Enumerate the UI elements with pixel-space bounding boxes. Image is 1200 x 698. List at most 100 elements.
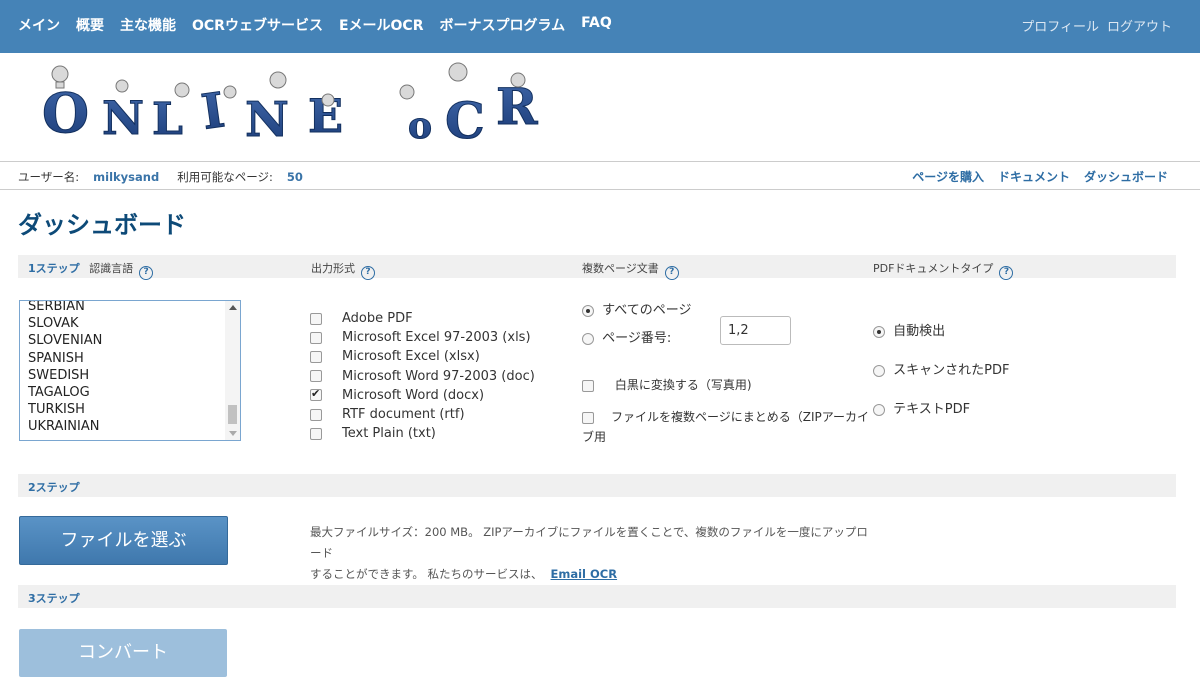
format-label: Microsoft Word (docx)	[342, 387, 485, 403]
zip-label-line1: ファイルを複数ページにまとめる（ZIPアーカイ	[611, 410, 870, 424]
format-option[interactable]: RTF document (rtf)	[310, 405, 535, 424]
page-numbers-label: ページ番号:	[602, 331, 672, 346]
dashboard-link[interactable]: ダッシュボード	[1084, 168, 1168, 185]
upload-note-line2: することができます。 私たちのサービスは、	[310, 567, 543, 581]
page-numbers-input[interactable]: 1,2	[720, 316, 791, 345]
language-option[interactable]: SWEDISH	[28, 367, 102, 384]
svg-text:C: C	[445, 91, 485, 150]
pdf-text-label: テキストPDF	[893, 402, 971, 417]
scroll-down-icon[interactable]	[229, 431, 237, 436]
language-select[interactable]: SERBIAN SLOVAK SLOVENIAN SPANISH SWEDISH…	[19, 300, 241, 441]
user-bar: ユーザー名: milkysand 利用可能なページ: 50 ページを購入 ドキュメント…	[0, 161, 1200, 190]
user-info: ユーザー名: milkysand 利用可能なページ: 50	[18, 169, 321, 185]
format-checkbox[interactable]	[310, 350, 322, 363]
logo-image: O N L I N E o C R	[42, 62, 539, 151]
output-help-icon[interactable]: ?	[361, 266, 375, 280]
all-pages-option[interactable]: すべてのページ	[582, 299, 691, 318]
logo[interactable]: O N L I N E o C R	[30, 62, 550, 152]
svg-text:o: o	[408, 105, 432, 147]
nav-overview[interactable]: 概要	[76, 15, 104, 35]
language-option[interactable]: SERBIAN	[28, 301, 102, 315]
convert-button[interactable]: コンバート	[19, 629, 227, 677]
format-option[interactable]: Microsoft Word (docx)	[310, 386, 535, 405]
username: milkysand	[93, 170, 160, 184]
email-ocr-link[interactable]: Email OCR	[551, 567, 618, 581]
nav-faq[interactable]: FAQ	[581, 15, 612, 35]
step3-header: 3ステップ	[18, 585, 1176, 608]
format-option[interactable]: Microsoft Word 97-2003 (doc)	[310, 367, 535, 386]
step1-header: 1ステップ 認識言語? 出力形式? 複数ページ文書? PDFドキュメントタイプ?	[18, 255, 1176, 280]
format-checkbox[interactable]	[310, 387, 322, 402]
language-option[interactable]: SLOVAK	[28, 315, 102, 332]
user-links: ページを購入 ドキュメント ダッシュボード	[898, 168, 1168, 185]
language-label: 認識言語	[89, 262, 134, 275]
language-help-icon[interactable]: ?	[139, 266, 154, 280]
pdftype-label: PDFドキュメントタイプ	[873, 262, 994, 275]
svg-text:L: L	[152, 94, 183, 145]
bw-option[interactable]: 白黒に変換する（写真用)	[582, 376, 752, 393]
top-nav: メイン 概要 主な機能 OCRウェブサービス EメールOCR ボーナスプログラム…	[0, 0, 1200, 53]
format-checkbox[interactable]	[310, 408, 322, 421]
all-pages-label: すべてのページ	[602, 303, 692, 318]
pdftype-help-icon[interactable]: ?	[999, 266, 1014, 280]
format-option[interactable]: Adobe PDF	[310, 309, 535, 328]
pdf-auto-option[interactable]: 自動検出	[873, 320, 945, 339]
svg-text:O: O	[42, 81, 89, 145]
page-title: ダッシュボード	[18, 211, 186, 239]
language-option[interactable]: TURKISH	[28, 401, 102, 418]
main-menu: メイン 概要 主な機能 OCRウェブサービス EメールOCR ボーナスプログラム…	[18, 15, 628, 35]
output-format-label: 出力形式	[311, 262, 355, 275]
nav-features[interactable]: 主な機能	[120, 15, 176, 35]
pdf-scanned-radio[interactable]	[873, 364, 885, 377]
nav-web-service[interactable]: OCRウェブサービス	[192, 15, 323, 35]
choose-file-button[interactable]: ファイルを選ぶ	[19, 516, 228, 565]
nav-bonus[interactable]: ボーナスプログラム	[440, 15, 566, 35]
format-option[interactable]: Microsoft Excel (xlsx)	[310, 347, 535, 366]
multipage-help-icon[interactable]: ?	[664, 266, 679, 280]
step3-label: 3ステップ	[28, 592, 80, 605]
output-formats: Adobe PDF Microsoft Excel 97-2003 (xls) …	[310, 309, 535, 443]
nav-email-ocr[interactable]: EメールOCR	[339, 15, 424, 35]
upload-note-line1: 最大ファイルサイズ：200 MB。 ZIPアーカイブにファイルを置くことで、複数…	[310, 525, 868, 560]
pdf-auto-radio[interactable]	[873, 325, 885, 338]
logout-link[interactable]: ログアウト	[1107, 16, 1172, 35]
svg-text:N: N	[245, 92, 289, 148]
language-option[interactable]: TAGALOG	[28, 384, 102, 401]
language-option[interactable]: UKRAINIAN	[28, 418, 102, 435]
profile-link[interactable]: プロフィール	[1021, 16, 1099, 35]
format-label: Microsoft Excel (xlsx)	[342, 349, 480, 365]
pdf-auto-label: 自動検出	[893, 324, 946, 339]
pdf-text-radio[interactable]	[873, 403, 885, 416]
format-label: RTF document (rtf)	[342, 407, 465, 423]
format-checkbox[interactable]	[310, 370, 322, 383]
scroll-up-icon[interactable]	[229, 305, 237, 310]
pdf-scanned-option[interactable]: スキャンされたPDF	[873, 359, 1009, 378]
format-checkbox[interactable]	[310, 331, 322, 344]
page-numbers-radio[interactable]	[582, 332, 594, 345]
documents-link[interactable]: ドキュメント	[998, 168, 1070, 185]
format-label: Adobe PDF	[342, 311, 413, 327]
page-numbers-option[interactable]: ページ番号:	[582, 327, 671, 346]
format-checkbox[interactable]	[310, 312, 322, 325]
format-label: Text Plain (txt)	[342, 426, 436, 442]
format-checkbox[interactable]	[310, 427, 322, 440]
upload-note: 最大ファイルサイズ：200 MB。 ZIPアーカイブにファイルを置くことで、複数…	[310, 522, 870, 585]
nav-main[interactable]: メイン	[18, 15, 60, 35]
zip-checkbox[interactable]	[582, 411, 594, 424]
scroll-thumb[interactable]	[228, 405, 237, 424]
pdf-text-option[interactable]: テキストPDF	[873, 398, 970, 417]
step2-header: 2ステップ	[18, 474, 1176, 497]
step2-label: 2ステップ	[28, 481, 80, 494]
pages-count: 50	[286, 170, 303, 184]
format-option[interactable]: Text Plain (txt)	[310, 424, 535, 443]
all-pages-radio[interactable]	[582, 304, 594, 317]
buy-pages-link[interactable]: ページを購入	[912, 168, 984, 185]
format-option[interactable]: Microsoft Excel 97-2003 (xls)	[310, 328, 535, 347]
language-option[interactable]: SLOVENIAN	[28, 332, 102, 349]
step1-label: 1ステップ	[28, 262, 80, 275]
language-scrollbar[interactable]	[225, 301, 240, 440]
language-options: SERBIAN SLOVAK SLOVENIAN SPANISH SWEDISH…	[28, 301, 102, 436]
language-option[interactable]: SPANISH	[28, 350, 102, 367]
bw-checkbox[interactable]	[582, 379, 594, 392]
zip-option[interactable]: ファイルを複数ページにまとめる（ZIPアーカイ ブ用	[582, 407, 872, 447]
